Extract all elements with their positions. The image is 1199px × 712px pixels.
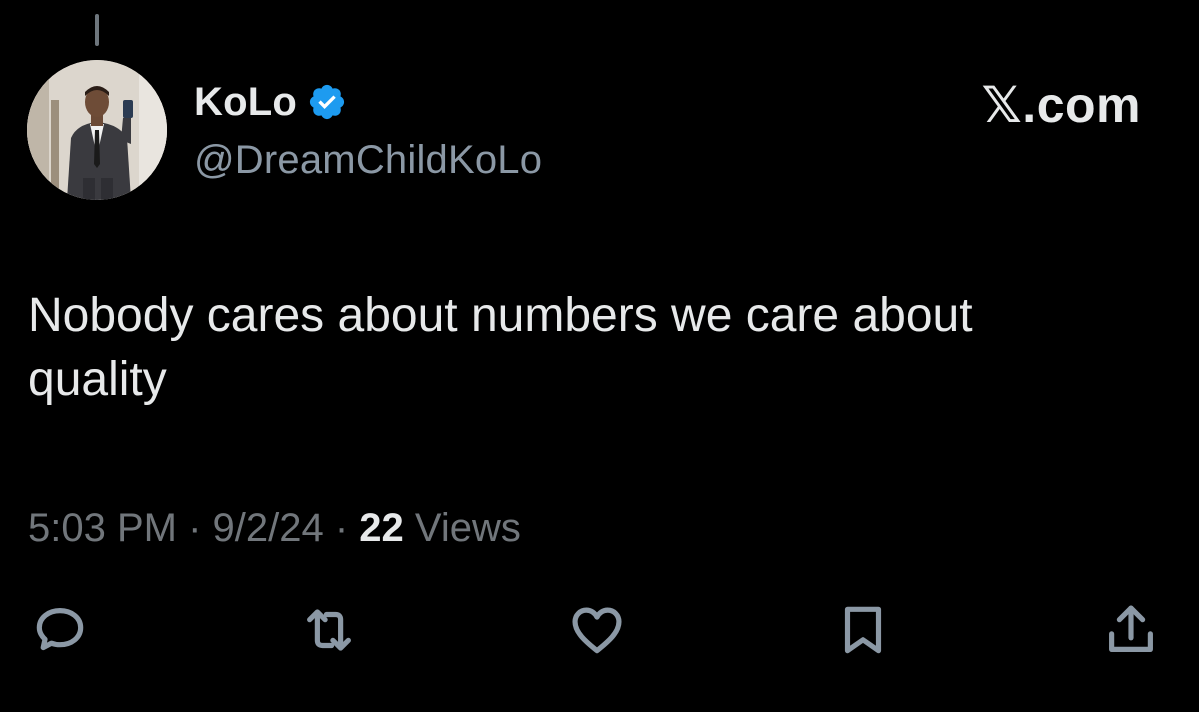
like-button[interactable] [565,598,629,662]
avatar[interactable] [27,60,167,200]
views-count: 22 [359,506,404,550]
views-label: Views [403,506,521,550]
meta-separator: · [323,506,360,550]
tweet-action-bar [0,598,1199,662]
retweet-button[interactable] [297,598,361,662]
author-handle[interactable]: @DreamChildKoLo [194,138,542,183]
bookmark-button[interactable] [831,598,895,662]
share-icon [1109,605,1153,652]
author-name-row[interactable]: KoLo [194,76,347,128]
reply-button[interactable] [28,598,92,662]
verified-badge-icon [309,84,345,120]
tweet-time[interactable]: 5:03 PM [28,506,177,550]
retweet-icon [307,609,351,651]
like-icon [572,607,622,654]
share-button[interactable] [1099,598,1163,662]
tweet-text: Nobody cares about numbers we care about… [28,289,973,406]
thread-connector-line [95,14,99,46]
tweet-meta: 5:03 PM · 9/2/24 · 22 Views [28,506,521,551]
bookmark-icon [844,606,882,654]
tweet-date[interactable]: 9/2/24 [213,506,324,550]
meta-separator: · [176,506,213,550]
x-brand-logo: 𝕏.com [981,77,1141,133]
author-display-name[interactable]: KoLo [194,80,297,125]
reply-icon [36,608,84,651]
